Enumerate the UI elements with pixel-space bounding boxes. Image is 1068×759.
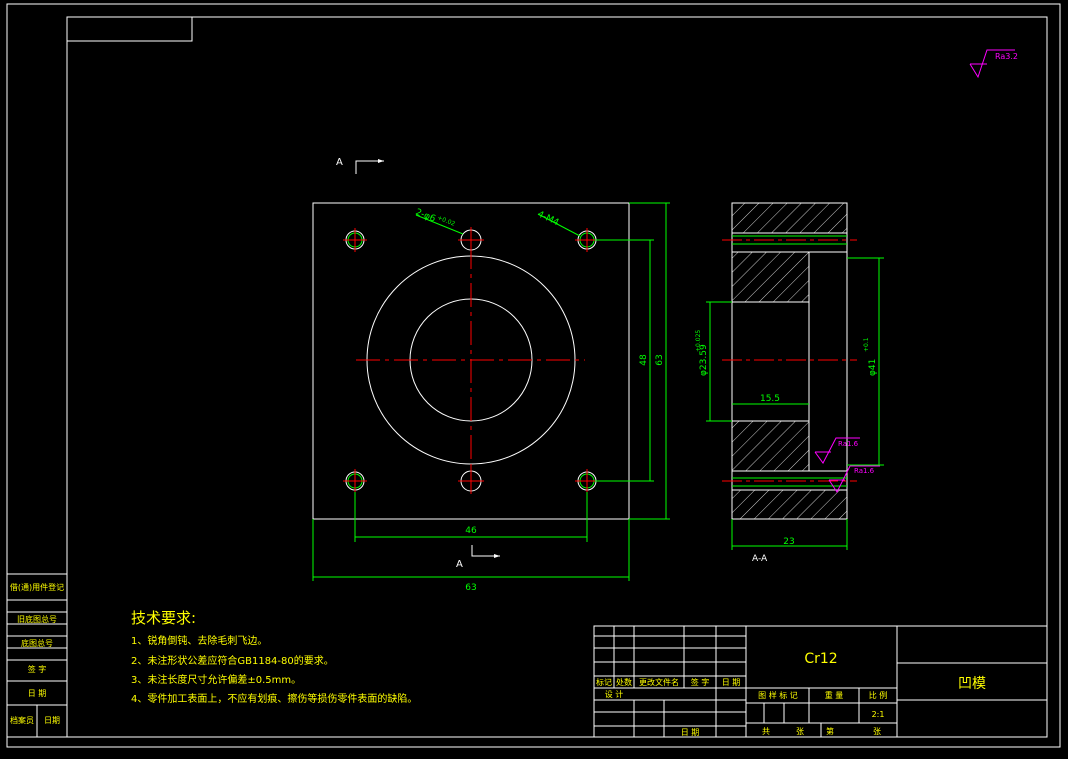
sheets-total: 共	[762, 727, 770, 736]
roughness-2-label: Ra1.6	[854, 467, 875, 475]
dim-counterbore-value: φ41	[868, 359, 878, 376]
section-letter-bottom: A	[456, 559, 463, 570]
dim-height-outer-value: 63	[655, 354, 665, 365]
strip-cell-4: 签 字	[28, 664, 47, 674]
section-letter-top: A	[336, 157, 343, 168]
dim-height-holes-value: 48	[639, 354, 649, 366]
section-view-label: A-A	[752, 554, 768, 564]
strip-cell-3: 底图总号	[21, 638, 53, 648]
dim-bore-tol: +0.025	[695, 330, 702, 352]
rev-header-4: 签 字	[691, 677, 710, 687]
strip-cell-1: 借(通)用件登记	[10, 582, 64, 592]
sheets-total-unit: 张	[796, 727, 804, 736]
rev-header-5: 日 期	[722, 678, 741, 687]
roughness-1-label: Ra1.6	[838, 440, 859, 448]
material-value: Cr12	[804, 651, 837, 667]
part-name: 凹模	[958, 676, 986, 692]
attr-header-3: 比 例	[869, 690, 888, 700]
rev-header-2: 处数	[616, 677, 632, 687]
dim-step-value: 15.5	[760, 394, 780, 404]
notes-title: 技术要求:	[131, 609, 196, 627]
attr-header-1: 图 样 标 记	[758, 690, 798, 700]
note-2: 2、未注形状公差应符合GB1184-80的要求。	[131, 654, 334, 667]
strip-cell-5: 日 期	[28, 689, 47, 698]
strip-cell-2: 旧底图总号	[17, 614, 57, 624]
dim-thickness-value: 23	[783, 537, 794, 547]
rev-header-1: 标记	[596, 677, 612, 687]
sheet-no-unit: 张	[873, 727, 881, 736]
strip-bottom-right: 日期	[44, 716, 60, 725]
dim-width-holes-value: 46	[465, 526, 477, 536]
design-label: 设 计	[605, 689, 624, 699]
rev-header-3: 更改文件名	[639, 677, 679, 687]
note-4: 4、零件加工表面上，不应有划痕、擦伤等损伤零件表面的缺陷。	[131, 692, 417, 705]
date-label: 日 期	[681, 728, 700, 737]
strip-bottom-left: 档案员	[10, 715, 34, 725]
roughness-general-label: Ra3.2	[995, 52, 1018, 61]
note-1: 1、锐角倒钝、去除毛刺飞边。	[131, 634, 267, 647]
attr-header-2: 重 量	[825, 690, 844, 700]
scale-value: 2:1	[872, 710, 885, 719]
cad-drawing: Ra3.2 A 2-φ6 +0.02 4-M4 46 63 48 63 A φ2…	[0, 0, 1068, 759]
note-3: 3、未注长度尺寸允许偏差±0.5mm。	[131, 673, 301, 686]
dim-counterbore-tol: +0.1	[863, 337, 870, 352]
sheet-no: 第	[826, 726, 834, 736]
dim-width-outer-value: 63	[465, 583, 476, 593]
